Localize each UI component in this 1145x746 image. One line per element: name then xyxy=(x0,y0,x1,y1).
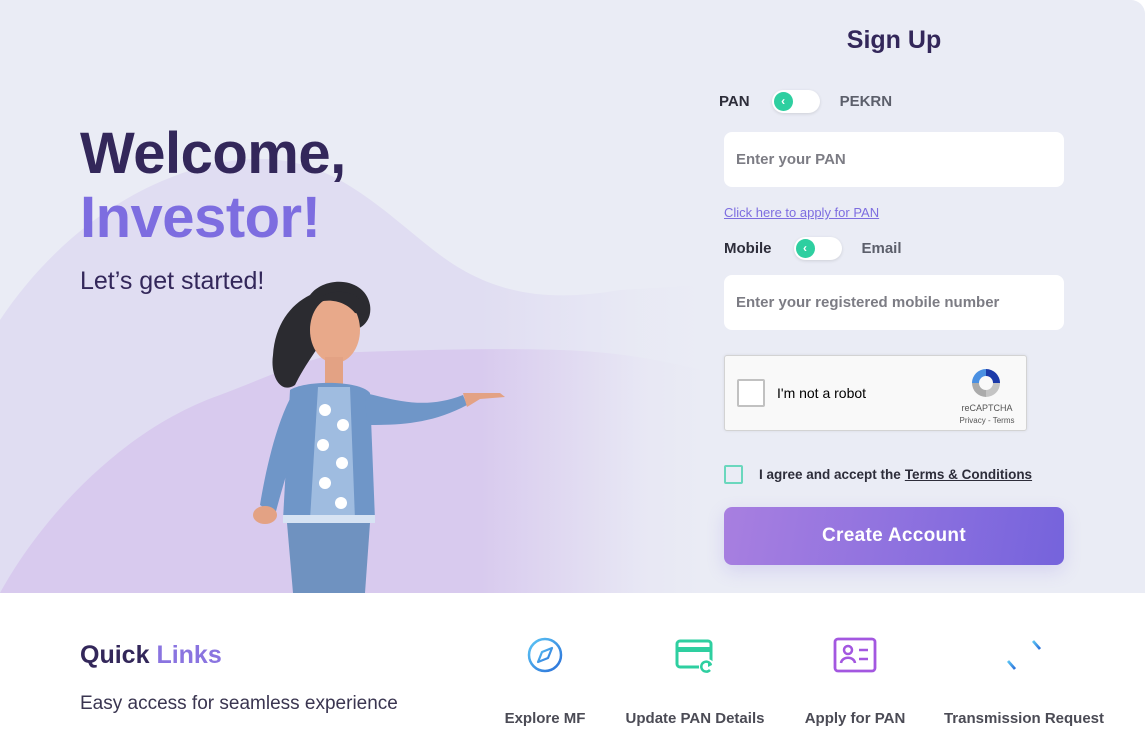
transfer-arrows-icon xyxy=(1006,640,1042,670)
recaptcha-widget: I'm not a robot reCAPTCHA Privacy - Term… xyxy=(724,355,1027,431)
compass-icon xyxy=(527,637,563,673)
recaptcha-privacy-terms[interactable]: Privacy - Terms xyxy=(947,416,1027,425)
recaptcha-logo-icon xyxy=(972,369,1000,397)
quick-link-update-pan[interactable]: Update PAN Details xyxy=(615,633,775,727)
pan-toggle-label: PAN xyxy=(719,93,750,110)
pan-pekrn-toggle-row: PAN ‹ PEKRN xyxy=(719,90,892,113)
signup-form: Sign Up PAN ‹ PEKRN Click here to apply … xyxy=(700,0,1100,593)
id-card-icon xyxy=(833,637,877,673)
pan-input[interactable] xyxy=(724,132,1064,187)
mobile-email-toggle[interactable]: ‹ xyxy=(793,237,842,260)
mobile-toggle-label: Mobile xyxy=(724,240,772,257)
illustration-arm xyxy=(365,393,467,425)
investor-line: Investor! xyxy=(80,185,321,250)
quick-link-label: Update PAN Details xyxy=(625,710,765,727)
quick-links-title: Quick Links xyxy=(80,641,222,670)
quick-links-title-part2: Links xyxy=(156,641,222,669)
terms-agreement-row: I agree and accept the Terms & Condition… xyxy=(724,465,1032,484)
illustration-pants xyxy=(287,523,370,593)
quick-link-apply-pan[interactable]: Apply for PAN xyxy=(795,633,915,727)
quick-link-transmission-request[interactable]: Transmission Request xyxy=(935,633,1113,727)
quick-links-section: Quick Links Easy access for seamless exp… xyxy=(0,593,1145,746)
email-toggle-label: Email xyxy=(861,240,902,257)
apply-pan-link[interactable]: Click here to apply for PAN xyxy=(724,205,879,220)
recaptcha-checkbox[interactable] xyxy=(737,379,765,407)
pekrn-toggle-label: PEKRN xyxy=(839,93,893,110)
signup-title: Sign Up xyxy=(846,26,942,54)
quick-link-explore-mf[interactable]: Explore MF xyxy=(495,633,595,727)
quick-link-label: Transmission Request xyxy=(943,710,1105,727)
mobile-email-toggle-row: Mobile ‹ Email xyxy=(724,237,902,260)
recaptcha-brand: reCAPTCHA xyxy=(961,403,1013,413)
create-account-button[interactable]: Create Account xyxy=(724,507,1064,565)
hero-section: Welcome, Investor! Let’s get started! Si… xyxy=(0,0,1145,593)
quick-links-title-part1: Quick xyxy=(80,641,150,669)
quick-link-label: Explore MF xyxy=(504,710,586,727)
card-refresh-icon xyxy=(675,639,715,675)
recaptcha-label: I'm not a robot xyxy=(777,385,867,401)
mobile-number-input[interactable] xyxy=(724,275,1064,330)
quick-links-subtitle: Easy access for seamless experience xyxy=(80,693,398,714)
welcome-line: Welcome, xyxy=(80,121,346,186)
toggle-knob-chevron-left-icon: ‹ xyxy=(773,92,793,111)
pan-pekrn-toggle[interactable]: ‹ xyxy=(771,90,820,113)
terms-conditions-link[interactable]: Terms & Conditions xyxy=(905,467,1032,482)
welcome-heading: Welcome, Investor! xyxy=(80,122,346,250)
woman-pointing-illustration xyxy=(253,281,505,593)
terms-text: I agree and accept the xyxy=(759,467,901,482)
quick-link-label: Apply for PAN xyxy=(804,710,906,727)
terms-checkbox[interactable] xyxy=(724,465,743,484)
toggle-knob-chevron-left-icon: ‹ xyxy=(795,239,815,258)
